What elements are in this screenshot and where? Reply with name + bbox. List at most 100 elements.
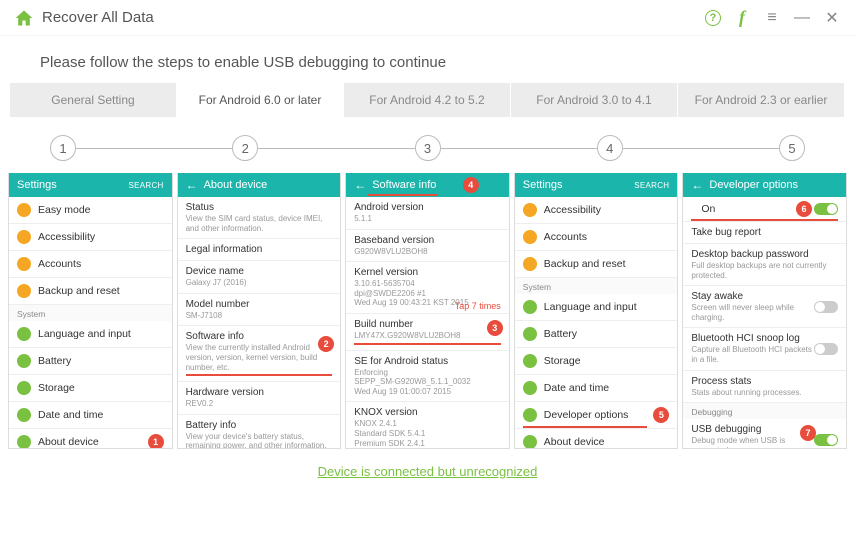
list-item[interactable]: Backup and reset [9, 278, 172, 305]
tab-android23[interactable]: For Android 2.3 or earlier [678, 83, 845, 117]
badge-1: 1 [148, 434, 164, 449]
list-item[interactable]: Date and time [9, 402, 172, 429]
list-item[interactable]: Accounts [515, 224, 678, 251]
list-item[interactable]: Battery [515, 321, 678, 348]
panel4-title: Settings [523, 179, 563, 191]
search-label[interactable]: SEARCH [634, 181, 669, 190]
list-item[interactable]: Battery [9, 348, 172, 375]
info-knox[interactable]: KNOX versionKNOX 2.4.1 Standard SDK 5.4.… [346, 402, 509, 449]
step-indicator: 1 2 3 4 5 [0, 117, 855, 173]
info-se[interactable]: SE for Android statusEnforcing SEPP_SM-G… [346, 351, 509, 403]
list-item[interactable]: Accessibility [515, 197, 678, 224]
step-1: 1 [50, 135, 76, 161]
list-item[interactable]: Language and input [9, 321, 172, 348]
toggle-on[interactable]: On 6 [683, 197, 846, 222]
list-item[interactable]: Accessibility [9, 224, 172, 251]
accounts-icon [523, 230, 537, 244]
info-status[interactable]: StatusView the SIM card status, device I… [178, 197, 341, 239]
about-icon [523, 435, 537, 449]
toggle-usbdebug[interactable] [814, 434, 838, 446]
info-baseband[interactable]: Baseband versionG920W8VLU2BOH8 [346, 230, 509, 263]
panel-1: Settings SEARCH Easy mode Accessibility A… [8, 173, 173, 449]
app-title: Recover All Data [42, 9, 705, 26]
desktop-backup[interactable]: Desktop backup passwordFull desktop back… [683, 244, 846, 286]
badge-3: 3 [487, 320, 503, 336]
tab-android42[interactable]: For Android 4.2 to 5.2 [344, 83, 511, 117]
list-item[interactable]: Accounts [9, 251, 172, 278]
back-icon[interactable]: ← [691, 178, 703, 192]
panel2-title: About device [204, 179, 268, 191]
panel1-title: Settings [17, 179, 57, 191]
list-item[interactable]: Easy mode [9, 197, 172, 224]
os-tabs: General Setting For Android 6.0 or later… [10, 83, 845, 117]
panel-4: Settings SEARCH Accessibility Accounts Ba… [514, 173, 679, 449]
list-item[interactable]: About device [515, 429, 678, 449]
list-item[interactable]: Storage [515, 348, 678, 375]
battery-icon [17, 354, 31, 368]
search-label[interactable]: SEARCH [128, 181, 163, 190]
toggle-master[interactable] [814, 203, 838, 215]
help-icon[interactable]: ? [705, 10, 721, 26]
backup-icon [17, 284, 31, 298]
close-icon[interactable]: ✕ [823, 9, 841, 27]
list-item[interactable]: Language and input [515, 294, 678, 321]
accessibility-icon [17, 230, 31, 244]
section-label: System [515, 278, 678, 294]
language-icon [17, 327, 31, 341]
tab-android6[interactable]: For Android 6.0 or later [177, 83, 344, 117]
process-stats[interactable]: Process statsStats about running process… [683, 371, 846, 404]
info-battery[interactable]: Battery infoView your device's battery s… [178, 415, 341, 449]
step-4: 4 [597, 135, 623, 161]
easy-mode-icon [17, 203, 31, 217]
info-device[interactable]: Device nameGalaxy J7 (2016) [178, 261, 341, 294]
instruction-text: Please follow the steps to enable USB de… [0, 36, 855, 83]
panel5-title: Developer options [709, 179, 798, 191]
list-item[interactable]: Backup and reset [515, 251, 678, 278]
badge-4: 4 [463, 177, 479, 193]
info-kernel[interactable]: Kernel version3.10.61-5635704 dpi@SWDE22… [346, 262, 509, 314]
accessibility-icon [523, 203, 537, 217]
badge-6: 6 [796, 201, 812, 217]
home-icon[interactable] [14, 8, 34, 28]
storage-icon [17, 381, 31, 395]
tab-general[interactable]: General Setting [10, 83, 177, 117]
language-icon [523, 300, 537, 314]
datetime-icon [17, 408, 31, 422]
back-icon[interactable]: ← [354, 178, 366, 192]
back-icon[interactable]: ← [186, 178, 198, 192]
developer-icon [523, 408, 537, 422]
minimize-icon[interactable]: — [793, 9, 811, 27]
step-2: 2 [232, 135, 258, 161]
tap-note: Tap 7 times [455, 301, 501, 311]
tab-android3[interactable]: For Android 3.0 to 4.1 [511, 83, 678, 117]
toggle-btsnoop[interactable] [814, 343, 838, 355]
stay-awake[interactable]: Stay awakeScreen will never sleep while … [683, 286, 846, 328]
menu-icon[interactable]: ≡ [763, 9, 781, 27]
list-item[interactable]: Storage [9, 375, 172, 402]
bt-snoop[interactable]: Bluetooth HCI snoop logCapture all Bluet… [683, 328, 846, 370]
section-label: System [9, 305, 172, 321]
list-item-dev[interactable]: Developer options 5 [515, 402, 678, 429]
bug-report[interactable]: Take bug report [683, 222, 846, 244]
panel-3: ← Software info 4 Android version5.1.1 Ba… [345, 173, 510, 449]
toggle-stayawake[interactable] [814, 301, 838, 313]
section-debug: Debugging [683, 403, 846, 419]
list-item-about[interactable]: About device 1 [9, 429, 172, 449]
list-item[interactable]: Date and time [515, 375, 678, 402]
accounts-icon [17, 257, 31, 271]
info-model[interactable]: Model numberSM-J7108 [178, 294, 341, 327]
info-hardware[interactable]: Hardware versionREV0.2 [178, 382, 341, 415]
datetime-icon [523, 381, 537, 395]
about-icon [17, 435, 31, 449]
backup-icon [523, 257, 537, 271]
footer-link[interactable]: Device is connected but unrecognized [318, 464, 538, 479]
panel3-title: Software info [372, 179, 436, 191]
info-software[interactable]: Software infoView the currently installe… [178, 326, 341, 382]
info-legal[interactable]: Legal information [178, 239, 341, 261]
step-5: 5 [779, 135, 805, 161]
info-androidver[interactable]: Android version5.1.1 [346, 197, 509, 230]
step-3: 3 [415, 135, 441, 161]
share-icon[interactable]: f [733, 9, 751, 27]
usb-debugging[interactable]: USB debuggingDebug mode when USB is conn… [683, 419, 846, 449]
info-build[interactable]: Build numberLMY47X.G920W8VLU2BOH8 3 [346, 314, 509, 351]
